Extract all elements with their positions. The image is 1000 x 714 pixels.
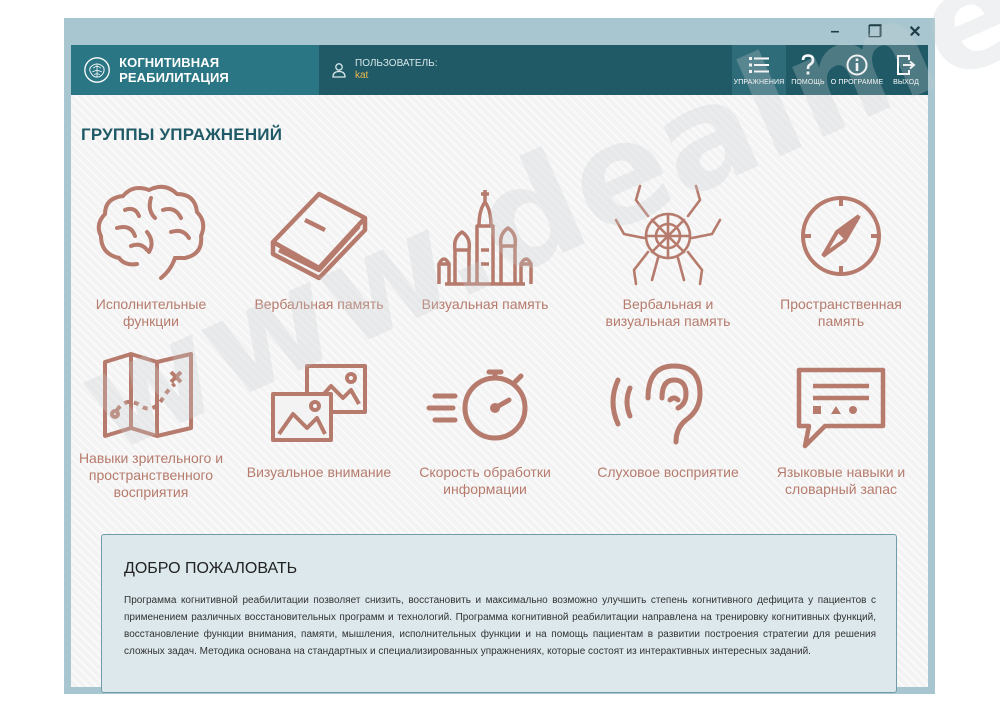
main-content: ГРУППЫ УПРАЖНЕНИЙ Исполнительные функции <box>71 95 928 693</box>
group-visual-memory[interactable]: Визуальная память <box>410 180 560 313</box>
group-processing-speed[interactable]: Скорость обработки информации <box>410 348 560 498</box>
group-verbal-visual-memory[interactable]: Вербальная и визуальная память <box>593 180 743 330</box>
minimize-button[interactable]: – <box>815 18 855 45</box>
welcome-title: ДОБРО ПОЖАЛОВАТЬ <box>124 560 298 577</box>
close-button[interactable]: ✕ <box>895 18 935 45</box>
ear-icon <box>610 363 703 445</box>
toolbar-about-button[interactable]: О ПРОГРАММЕ <box>830 45 884 95</box>
group-label: Визуальная память <box>421 296 549 312</box>
exit-icon <box>897 55 916 75</box>
toolbar-label: УПРАЖНЕНИЯ <box>733 79 785 86</box>
kremlin-icon <box>437 190 533 286</box>
logo-icon <box>84 57 110 83</box>
spider-icon <box>614 184 722 286</box>
restore-button[interactable]: ❐ <box>855 18 895 45</box>
app-title: КОГНИТИВНАЯ РЕАБИЛИТАЦИЯ <box>119 55 229 85</box>
group-label: Визуальное внимание <box>246 464 392 480</box>
pictures-icon <box>271 364 367 442</box>
speech-bubble-icon <box>796 367 886 449</box>
brain-icon <box>96 184 206 280</box>
group-label: Слуховое восприятие <box>597 464 739 480</box>
list-icon <box>749 57 769 73</box>
window-controls: – ❐ ✕ <box>815 18 935 45</box>
toolbar-label: ВЫХОД <box>893 79 919 86</box>
group-language-skills[interactable]: Языковые навыки и словарный запас <box>766 348 916 498</box>
group-visual-attention[interactable]: Визуальное внимание <box>244 348 394 481</box>
toolbar-help-button[interactable]: ПОМОЩЬ <box>786 45 830 95</box>
page-title: ГРУППЫ УПРАЖНЕНИЙ <box>81 125 283 144</box>
group-label: Языковые навыки и словарный запас <box>776 464 906 497</box>
group-label: Пространственная память <box>780 296 902 329</box>
group-visual-spatial-perception[interactable]: Навыки зрительного и пространственного в… <box>76 348 226 501</box>
group-auditory-perception[interactable]: Слуховое восприятие <box>593 348 743 481</box>
stopwatch-icon <box>426 369 528 441</box>
toolbar: УПРАЖНЕНИЯ ПОМОЩЬ О ПРОГРАММЕ ВЫХОД <box>732 45 928 95</box>
user-name: kat <box>355 70 369 81</box>
app-header: КОГНИТИВНАЯ РЕАБИЛИТАЦИЯ ПОЛЬЗОВАТЕЛЬ: k… <box>71 45 928 95</box>
welcome-text: Программа когнитивной реабилитации позво… <box>124 595 876 657</box>
compass-icon <box>801 196 881 276</box>
group-label: Вербальная память <box>254 296 384 312</box>
map-icon <box>103 352 193 438</box>
book-icon <box>270 191 368 281</box>
welcome-panel: ДОБРО ПОЖАЛОВАТЬ Программа когнитивной р… <box>101 534 897 693</box>
toolbar-label: О ПРОГРАММЕ <box>830 79 884 86</box>
group-label: Вербальная и визуальная память <box>605 296 731 329</box>
toolbar-exit-button[interactable]: ВЫХОД <box>884 45 928 95</box>
user-icon <box>332 63 346 78</box>
toolbar-label: ПОМОЩЬ <box>791 79 825 86</box>
group-label: Скорость обработки информации <box>419 464 551 497</box>
user-info: ПОЛЬЗОВАТЕЛЬ: kat <box>319 45 732 95</box>
toolbar-exercises-button[interactable]: УПРАЖНЕНИЯ <box>732 45 786 95</box>
group-executive-functions[interactable]: Исполнительные функции <box>76 180 226 330</box>
group-verbal-memory[interactable]: Вербальная память <box>244 180 394 313</box>
question-icon <box>801 54 815 75</box>
brand: КОГНИТИВНАЯ РЕАБИЛИТАЦИЯ <box>71 45 319 95</box>
app-window: – ❐ ✕ КОГНИТИВНАЯ РЕАБИЛИТАЦИЯ ПОЛЬЗОВАТ… <box>64 18 935 694</box>
group-label: Навыки зрительного и пространственного в… <box>78 450 224 500</box>
user-label: ПОЛЬЗОВАТЕЛЬ: <box>355 58 438 69</box>
info-icon <box>846 54 868 76</box>
group-spatial-memory[interactable]: Пространственная память <box>766 180 916 330</box>
group-label: Исполнительные функции <box>95 296 207 329</box>
